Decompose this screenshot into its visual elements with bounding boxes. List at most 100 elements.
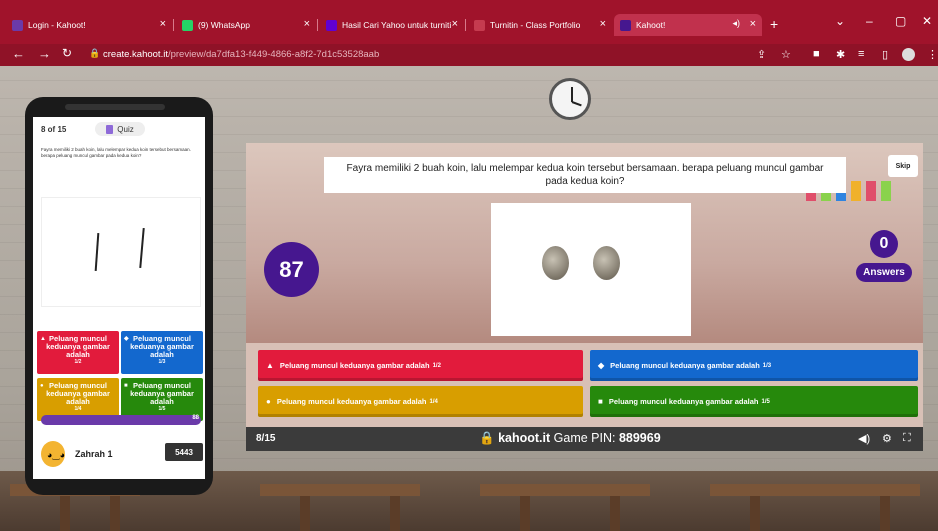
phone-notch: [65, 104, 165, 110]
tab-search-chevron-icon[interactable]: ⌄: [835, 14, 845, 28]
square-icon: ■: [598, 397, 603, 406]
yahoo-favicon-icon: [326, 19, 337, 31]
close-tab-icon[interactable]: ×: [600, 18, 606, 30]
desk: [480, 484, 650, 496]
phone-player-row: ◕‿◕ Zahrah 1 5443: [33, 435, 205, 479]
bookmark-star-icon[interactable]: ☆: [781, 48, 791, 61]
tab-kahoot-active[interactable]: Kahoot! ◂) ×: [614, 14, 762, 36]
diamond-icon: ◆: [598, 361, 605, 370]
phone-screen: 8 of 15 Quiz Fayra memiliki 2 buah koin,…: [33, 117, 205, 479]
skip-button[interactable]: Skip: [888, 155, 918, 177]
answer-fraction: 1/3: [158, 359, 166, 365]
answer-text: Peluang muncul keduanya gambar adalah: [608, 397, 759, 406]
game-pin-label: Game PIN:: [553, 431, 616, 445]
square-icon: ■: [124, 383, 128, 389]
answer-text: Peluang muncul keduanya gambar adalah: [130, 334, 194, 359]
close-tab-icon[interactable]: ×: [750, 18, 756, 30]
lock-icon[interactable]: 🔒: [89, 48, 100, 59]
player-avatar: ◕‿◕: [41, 441, 65, 467]
question-image-coins: [491, 203, 691, 336]
tab-strip: Login - Kahoot! × (9) WhatsApp × Hasil C…: [0, 14, 938, 36]
share-icon[interactable]: ⇪: [757, 48, 766, 61]
profile-avatar-icon[interactable]: [902, 48, 915, 61]
answer-option-green[interactable]: ■ Peluang muncul keduanya gambar adalah …: [590, 386, 918, 417]
quiz-icon: [106, 124, 114, 134]
kahoot-favicon-icon: [620, 19, 631, 31]
close-window-icon[interactable]: ✕: [922, 14, 932, 28]
answer-fraction: 1/5: [158, 406, 166, 412]
url-domain: create.kahoot.it: [103, 49, 168, 60]
coin-image: [542, 246, 569, 280]
diamond-icon: ◆: [124, 336, 129, 342]
player-name: Zahrah 1: [75, 449, 113, 459]
close-tab-icon[interactable]: ×: [452, 18, 458, 30]
tab-turnitin[interactable]: Turnitin - Class Portfolio ×: [468, 14, 612, 36]
tab-login-kahoot[interactable]: Login - Kahoot! ×: [6, 14, 172, 36]
answer-option-yellow[interactable]: ● Peluang muncul keduanya gambar adalah …: [258, 386, 583, 417]
game-footer: 8/15 🔒 kahoot.it Game PIN: 889969 ◀) ⚙ ⛶: [246, 427, 923, 451]
tab-whatsapp[interactable]: (9) WhatsApp ×: [176, 14, 316, 36]
turnitin-favicon-icon: [474, 19, 485, 31]
phone-question-image: [41, 197, 201, 307]
answer-option-blue[interactable]: ◆ Peluang muncul keduanya gambar adalah …: [590, 350, 918, 381]
answers-count-label: Answers: [856, 263, 912, 282]
player-points: 5443: [165, 443, 203, 461]
game-pin: 🔒 kahoot.it Game PIN: 889969: [479, 431, 661, 446]
phone-score-bar: 88: [41, 415, 201, 425]
reading-list-icon[interactable]: ≡: [858, 48, 864, 60]
answer-text: Peluang muncul keduanya gambar adalah: [46, 381, 110, 406]
minimize-icon[interactable]: –: [866, 14, 873, 28]
phone-question-text: Fayra memiliki 2 buah koin, lalu melempa…: [41, 147, 191, 158]
phone-answer-red[interactable]: ▲ Peluang muncul keduanya gambar adalah …: [37, 331, 119, 374]
score-bar-value: 88: [192, 415, 199, 421]
side-panel-icon[interactable]: ▯: [882, 48, 888, 61]
tab-title: (9) WhatsApp: [198, 20, 250, 30]
tab-title: Turnitin - Class Portfolio: [490, 20, 581, 30]
answer-fraction: 1/4: [429, 398, 438, 405]
url-path: /preview/da7dfa13-f449-4866-a8f2-7d1c535…: [167, 49, 380, 60]
countdown-timer: 87: [264, 242, 319, 297]
game-pin-value: 889969: [618, 431, 661, 445]
close-tab-icon[interactable]: ×: [304, 18, 310, 30]
maximize-icon[interactable]: ▢: [895, 14, 906, 28]
answer-fraction: 1/2: [74, 359, 82, 365]
browser-toolbar: ← → ↻ 🔒 create.kahoot.it/preview/da7dfa1…: [0, 44, 938, 66]
answer-fraction: 1/3: [762, 362, 772, 369]
tab-title: Kahoot!: [636, 20, 666, 30]
fullscreen-icon[interactable]: ⛶: [903, 432, 911, 445]
answer-text: Peluang muncul keduanya gambar adalah: [46, 334, 110, 359]
forward-arrow-icon[interactable]: →: [38, 46, 51, 61]
tab-title: Hasil Cari Yahoo untuk turniti: [342, 20, 452, 30]
question-text: Fayra memiliki 2 buah koin, lalu melempa…: [324, 157, 846, 193]
triangle-icon: ▲: [266, 361, 274, 370]
address-bar[interactable]: create.kahoot.it/preview/da7dfa13-f449-4…: [103, 49, 379, 60]
reload-icon[interactable]: ↻: [62, 46, 72, 60]
more-menu-icon[interactable]: ⋮: [927, 48, 938, 61]
new-tab-icon[interactable]: +: [770, 16, 778, 32]
circle-icon: ●: [40, 383, 44, 389]
whatsapp-favicon-icon: [182, 19, 193, 31]
audio-playing-icon[interactable]: ◂): [732, 18, 740, 29]
question-progress: 8/15: [256, 433, 276, 444]
phone-preview: 8 of 15 Quiz Fayra memiliki 2 buah koin,…: [25, 97, 213, 495]
desk: [710, 484, 920, 496]
answer-fraction: 1/4: [74, 406, 82, 412]
site-name: kahoot.it: [498, 431, 551, 445]
back-arrow-icon[interactable]: ←: [12, 46, 25, 61]
puzzle-extensions-icon[interactable]: ✱: [836, 48, 845, 61]
answer-fraction: 1/5: [761, 398, 770, 405]
tab-yahoo-search[interactable]: Hasil Cari Yahoo untuk turniti ×: [320, 14, 464, 36]
lock-icon: 🔒: [479, 431, 495, 445]
answer-text: Peluang muncul keduanya gambar adalah: [130, 381, 194, 406]
kahoot-favicon-icon: [12, 19, 23, 31]
phone-answer-blue[interactable]: ◆ Peluang muncul keduanya gambar adalah …: [121, 331, 203, 374]
answer-option-red[interactable]: ▲ Peluang muncul keduanya gambar adalah …: [258, 350, 583, 381]
settings-gear-icon[interactable]: ⚙: [882, 432, 892, 445]
tab-title: Login - Kahoot!: [28, 20, 86, 30]
kahoot-game-board: Fayra memiliki 2 buah koin, lalu melempa…: [246, 143, 923, 451]
extension-icon[interactable]: ■: [813, 48, 820, 60]
circle-icon: ●: [266, 397, 271, 406]
answer-fraction: 1/2: [432, 362, 441, 369]
close-tab-icon[interactable]: ×: [160, 18, 166, 30]
volume-icon[interactable]: ◀): [858, 432, 870, 445]
